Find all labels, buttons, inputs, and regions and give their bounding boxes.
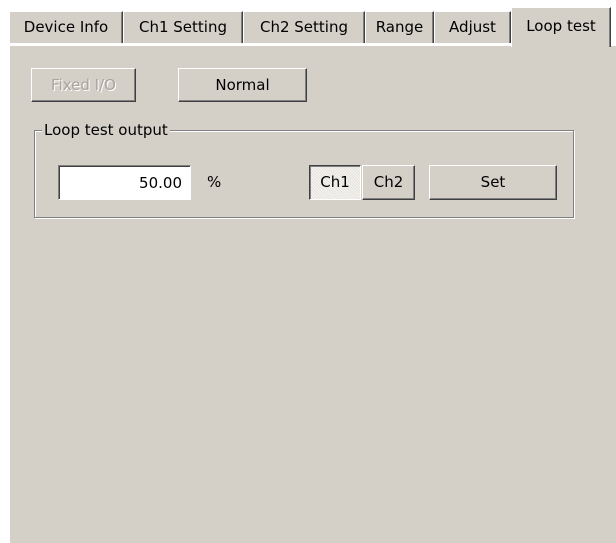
tab-ch2-setting[interactable]: Ch2 Setting [243,11,365,43]
tab-range[interactable]: Range [365,11,434,43]
tab-loop-test[interactable]: Loop test [511,7,611,47]
loop-test-output-group: Loop test output % Ch1 Ch2 Set [34,121,574,218]
ch1-button[interactable]: Ch1 [309,165,361,200]
tab-ch1-setting[interactable]: Ch1 Setting [123,11,243,43]
ch2-button[interactable]: Ch2 [362,165,415,200]
normal-button[interactable]: Normal [178,68,307,102]
unit-label: % [207,173,222,191]
fixed-io-button[interactable]: Fixed I/O [31,68,136,102]
loop-test-panel: Fixed I/O Normal Loop test output % Ch1 … [9,45,616,543]
group-label: Loop test output [42,121,170,139]
set-button[interactable]: Set [429,165,557,200]
tab-device-info[interactable]: Device Info [9,11,123,43]
output-value-field[interactable] [58,165,191,200]
tab-adjust[interactable]: Adjust [434,11,511,43]
tab-strip: Device Info Ch1 Setting Ch2 Setting Rang… [0,0,616,47]
